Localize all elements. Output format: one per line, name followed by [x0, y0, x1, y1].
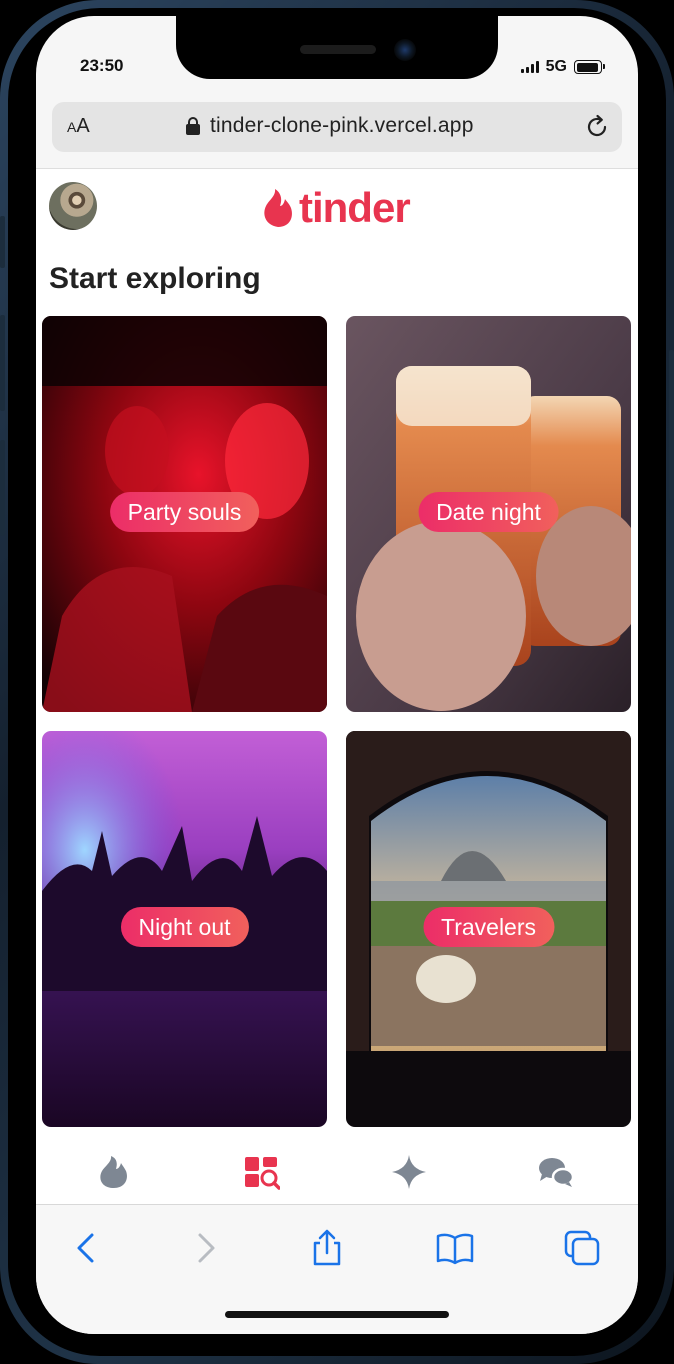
- battery-icon: [574, 60, 605, 74]
- text-size-large-label: A: [76, 115, 90, 137]
- lock-icon: [186, 117, 200, 135]
- logo-wordmark: tinder: [299, 184, 411, 231]
- app-tab-bar: [36, 1142, 638, 1202]
- phone-frame: 23:50 5G AA tinder-clone-pink.vercel.app: [0, 0, 674, 1364]
- screen: 23:50 5G AA tinder-clone-pink.vercel.app: [36, 16, 638, 1334]
- category-label: Party souls: [109, 492, 260, 532]
- tabs-icon[interactable]: [563, 1229, 601, 1267]
- forward-icon[interactable]: [186, 1229, 224, 1267]
- speaker: [300, 45, 376, 54]
- network-label: 5G: [545, 58, 567, 75]
- tinder-logo: tinder: [261, 184, 411, 232]
- category-label: Date night: [418, 492, 559, 532]
- category-card-travelers[interactable]: Travelers: [346, 731, 631, 1127]
- front-camera: [394, 39, 416, 61]
- category-card-party-souls[interactable]: Party souls: [42, 316, 327, 712]
- address-bar[interactable]: AA tinder-clone-pink.vercel.app: [52, 102, 622, 152]
- url-text[interactable]: tinder-clone-pink.vercel.app: [210, 114, 474, 138]
- profile-avatar[interactable]: [49, 182, 97, 230]
- text-size-small-label: A: [67, 119, 77, 135]
- category-label: Travelers: [423, 907, 554, 947]
- bookmarks-icon[interactable]: [436, 1229, 474, 1267]
- text-size-button[interactable]: AA: [67, 115, 90, 138]
- power-button: [669, 350, 674, 500]
- notch: [176, 16, 498, 79]
- web-page: tinder Start exploring Party souls Date …: [36, 168, 638, 1205]
- back-icon[interactable]: [68, 1229, 106, 1267]
- flame-icon[interactable]: [96, 1154, 132, 1190]
- category-card-date-night[interactable]: Date night: [346, 316, 631, 712]
- volume-up-button: [0, 315, 5, 411]
- signal-icon: [520, 61, 539, 73]
- mute-switch: [0, 216, 5, 268]
- flame-logo-icon: [264, 189, 292, 227]
- category-label: Night out: [120, 907, 249, 947]
- explore-icon[interactable]: [244, 1154, 280, 1190]
- share-icon[interactable]: [308, 1229, 346, 1267]
- page-title: Start exploring: [49, 262, 261, 295]
- category-card-night-out[interactable]: Night out: [42, 731, 327, 1127]
- reload-icon[interactable]: [584, 114, 610, 140]
- status-time: 23:50: [80, 56, 124, 75]
- status-indicators: 5G: [520, 58, 605, 76]
- safari-toolbar: [36, 1204, 638, 1334]
- chat-icon[interactable]: [538, 1154, 574, 1190]
- volume-down-button: [0, 440, 5, 536]
- home-indicator[interactable]: [225, 1311, 449, 1318]
- sparkle-icon[interactable]: [391, 1154, 427, 1190]
